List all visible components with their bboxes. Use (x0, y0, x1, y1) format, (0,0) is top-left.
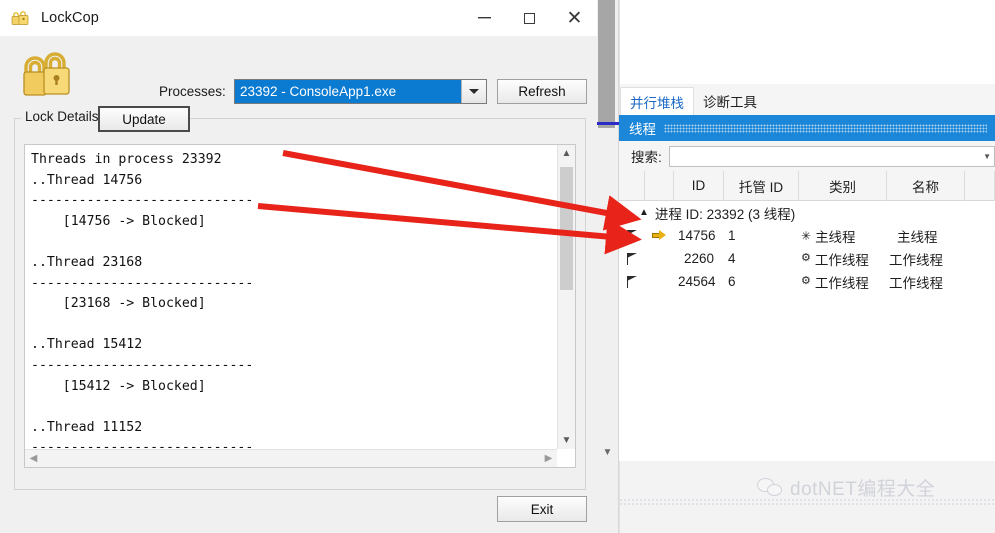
table-row[interactable]: 24564 6 ⚙ 工作线程 工作线程 (619, 270, 995, 293)
chevron-up-icon[interactable]: ▲ (639, 207, 649, 218)
scroll-down-arrow-icon[interactable]: ▼ (558, 432, 575, 449)
column-header-id[interactable]: ID (674, 170, 724, 201)
lock-details-text-viewport: Threads in process 23392 ..Thread 14756 … (25, 145, 556, 448)
lock-details-text: Threads in process 23392 ..Thread 14756 … (31, 152, 254, 448)
cell-category: ⚙ 工作线程 (799, 247, 887, 270)
flag-icon[interactable] (619, 247, 645, 270)
panel-bottom-area (619, 461, 995, 533)
update-button[interactable]: Update (98, 106, 190, 132)
flag-icon[interactable] (619, 224, 645, 247)
cell-location (965, 224, 995, 247)
title-bar: LockCop ✕ (0, 0, 597, 36)
scroll-right-arrow-icon[interactable]: ▶ (540, 453, 557, 464)
cell-managed-id: 1 (728, 228, 736, 243)
chevron-down-icon[interactable]: ▼ (983, 152, 994, 161)
search-input[interactable]: ▼ (668, 145, 995, 167)
processes-label: Processes: (159, 84, 226, 99)
tab-diagnostic-tools[interactable]: 诊断工具 (694, 87, 766, 115)
window-controls: ✕ (462, 0, 597, 36)
search-label: 搜索: (631, 150, 662, 165)
chevron-down-icon[interactable] (461, 80, 486, 103)
worker-thread-icon: ⚙ (801, 275, 811, 287)
process-combobox[interactable]: 23392 - ConsoleApp1.exe (234, 79, 487, 104)
threads-grid-header: ID 托管 ID 类别 名称 (619, 170, 995, 201)
cell-location (965, 247, 995, 270)
marker-placeholder (645, 247, 674, 270)
textbox-vertical-scrollbar[interactable]: ▲ ▼ (557, 145, 575, 449)
process-group-row[interactable]: ▲ 进程 ID: 23392 (3 线程) (619, 201, 995, 224)
cell-id: 24564 (678, 274, 716, 289)
cell-name: 工作线程 (889, 252, 943, 268)
close-icon: ✕ (566, 7, 583, 29)
scroll-left-arrow-icon[interactable]: ◀ (25, 453, 42, 464)
refresh-button[interactable]: Refresh (497, 79, 587, 104)
cell-name: 主线程 (897, 229, 938, 245)
scroll-up-arrow-icon[interactable]: ▲ (558, 145, 575, 162)
tab-parallel-stacks[interactable]: 并行堆栈 (620, 87, 694, 115)
padlocks-icon (9, 7, 31, 29)
main-thread-icon: ✳ (801, 228, 812, 243)
cell-name: 工作线程 (889, 275, 943, 291)
current-thread-arrow-icon (645, 224, 674, 247)
maximize-icon (524, 12, 535, 24)
window-title: LockCop (41, 10, 99, 26)
lock-details-textbox[interactable]: Threads in process 23392 ..Thread 14756 … (24, 144, 576, 468)
tab-parallel-stacks-label: 并行堆栈 (630, 95, 684, 111)
column-header-managed-id[interactable]: 托管 ID (724, 170, 799, 201)
outer-vertical-scrollbar[interactable]: ▼ (597, 0, 619, 533)
cell-id: 14756 (678, 228, 716, 243)
flag-icon[interactable] (619, 270, 645, 293)
blue-divider-rule (597, 122, 619, 125)
exit-button[interactable]: Exit (497, 496, 587, 522)
scrollbar-thumb[interactable] (560, 167, 573, 290)
titlebar-dot-pattern (664, 123, 987, 133)
window-client-area: Processes: 23392 - ConsoleApp1.exe Refre… (0, 36, 597, 533)
scrollbar-thumb[interactable] (598, 0, 615, 128)
column-header-name[interactable]: 名称 (887, 170, 965, 201)
padlocks-logo-icon (20, 45, 74, 101)
table-row[interactable]: 14756 1 ✳ 主线程 主线程 (619, 224, 995, 247)
textbox-horizontal-scrollbar[interactable]: ◀ ▶ (25, 449, 557, 467)
cell-category-label: 主线程 (815, 229, 856, 245)
maximize-button[interactable] (507, 0, 552, 36)
lock-details-label: Lock Details (21, 109, 103, 124)
threads-search-row: 搜索: ▼ (619, 141, 995, 171)
cell-category-label: 工作线程 (814, 275, 869, 291)
worker-thread-icon: ⚙ (801, 252, 811, 264)
cell-category: ⚙ 工作线程 (799, 270, 887, 293)
lockcop-window: LockCop ✕ Processes: 23392 - ConsoleApp1… (0, 0, 597, 533)
marker-placeholder (645, 270, 674, 293)
column-header-category[interactable]: 类别 (799, 170, 887, 201)
cell-managed-id: 6 (728, 274, 736, 289)
process-combobox-value: 23392 - ConsoleApp1.exe (235, 80, 461, 103)
tab-diagnostic-tools-label: 诊断工具 (703, 95, 757, 110)
column-header-location[interactable] (965, 170, 995, 201)
column-header-marker[interactable] (645, 170, 674, 201)
scroll-down-arrow-icon[interactable]: ▼ (597, 443, 618, 461)
visual-studio-threads-panel: 并行堆栈 诊断工具 线程 搜索: ▼ ID 托管 ID 类别 名称 ▲ 进程 I… (619, 0, 995, 533)
threads-window-titlebar: 线程 (619, 115, 995, 141)
threads-grid-body: ▲ 进程 ID: 23392 (3 线程) 14756 1 ✳ 主线程 主线程 … (619, 201, 995, 461)
close-button[interactable]: ✕ (552, 0, 597, 36)
minimize-button[interactable] (462, 0, 507, 36)
cell-id: 2260 (684, 251, 715, 266)
cell-managed-id: 4 (728, 251, 736, 266)
table-row[interactable]: 2260 4 ⚙ 工作线程 工作线程 (619, 247, 995, 270)
process-group-label: 进程 ID: 23392 (3 线程) (654, 206, 796, 222)
cell-category-label: 工作线程 (814, 252, 869, 268)
cell-category: ✳ 主线程 (799, 224, 887, 247)
editor-blank-area (619, 0, 995, 84)
tool-window-tabstrip: 并行堆栈 诊断工具 (619, 84, 995, 115)
column-header-flag[interactable] (619, 170, 645, 201)
cell-location (965, 270, 995, 293)
threads-window-title: 线程 (629, 122, 656, 137)
